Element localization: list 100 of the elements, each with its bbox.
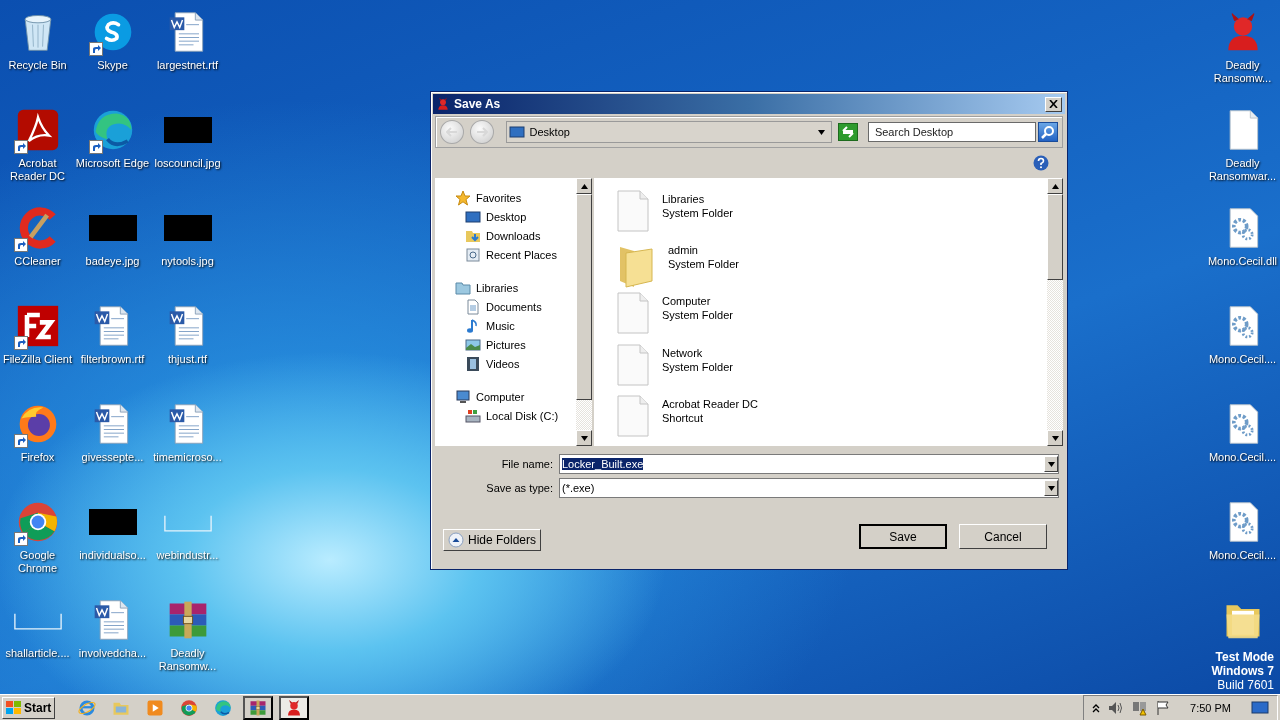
file-item[interactable]: Acrobat Reader DC Shortcut <box>594 394 1047 446</box>
desktop-icon-label[interactable]: FileZilla Client <box>2 353 73 366</box>
dialog-button[interactable]: Save <box>859 524 947 549</box>
media-player-icon <box>146 699 165 717</box>
close-button[interactable] <box>1045 96 1062 112</box>
library-folder-icon <box>455 279 471 296</box>
test-mode-text: Test Mode <box>1215 650 1274 664</box>
star-icon <box>455 189 471 206</box>
taskbar-button[interactable] <box>279 696 310 720</box>
scrollbar[interactable] <box>1047 178 1063 446</box>
file-name: admin <box>668 243 699 258</box>
tree-item[interactable]: Favorites <box>455 188 576 207</box>
chevron-up-icon[interactable] <box>1092 703 1101 713</box>
back-arrow-icon <box>445 127 458 137</box>
pdf-reader-icon <box>15 108 60 152</box>
desktop-icon <box>508 124 525 140</box>
refresh-icon <box>841 126 855 138</box>
chevron-up-icon <box>448 532 464 548</box>
desktop-icon-label[interactable]: Mono.Cecil.... <box>1208 451 1277 464</box>
filezilla-icon <box>15 304 60 348</box>
tree-item[interactable]: Computer <box>455 387 576 406</box>
tree-item[interactable]: Recent Places <box>455 245 576 264</box>
desktop-icon-label[interactable]: Skype <box>97 59 128 72</box>
close-icon <box>1049 100 1058 108</box>
search-field[interactable]: Search Desktop <box>867 122 1037 142</box>
tree-item[interactable]: Local Disk (C:) <box>455 406 576 425</box>
desktop-icon-label[interactable]: filterbrown.rtf <box>80 353 145 366</box>
test-mode-text: Build 7601 <box>1217 678 1274 692</box>
tree-item[interactable]: Libraries <box>455 278 576 297</box>
file-item[interactable]: Computer System Folder <box>594 292 1047 344</box>
show-desktop-icon[interactable] <box>1251 701 1269 715</box>
desktop-icon-label[interactable]: Microsoft Edge <box>75 157 150 170</box>
desktop-icon-label[interactable]: Acrobat Reader DC <box>0 157 75 183</box>
start-button[interactable]: Start <box>2 697 56 719</box>
hide-folders-button[interactable]: Hide Folders <box>443 529 542 551</box>
film-strip-icon <box>465 355 481 372</box>
windows-logo-icon <box>6 701 22 715</box>
window-title: Save As <box>454 97 502 111</box>
tree-item[interactable]: Music <box>455 316 576 335</box>
file-name: Network <box>662 345 704 360</box>
dropdown-caret-icon <box>818 129 826 135</box>
tree-item[interactable]: Videos <box>455 354 576 373</box>
desktop-icon-label[interactable]: Deadly Ransomw... <box>1205 59 1280 85</box>
tree-item[interactable]: Downloads <box>455 226 576 245</box>
taskbar-button[interactable] <box>243 696 274 720</box>
file-item[interactable]: admin System Folder <box>594 241 1047 293</box>
help-icon[interactable] <box>1033 155 1049 171</box>
desktop-icon-label[interactable]: Deadly Ransomwar... <box>1205 157 1280 183</box>
desktop-icon-label[interactable]: Recycle Bin <box>8 59 67 72</box>
save-type-dropdown[interactable]: (*.exe) <box>559 478 1059 498</box>
speaker-icon[interactable] <box>1108 701 1125 715</box>
desktop-icon-label[interactable]: badeye.jpg <box>85 255 140 268</box>
file-type: System Folder <box>662 359 733 374</box>
file-type: System Folder <box>662 308 733 323</box>
dark-image-icon <box>163 117 212 143</box>
search-button[interactable] <box>1038 122 1058 142</box>
network-warning-icon[interactable] <box>1132 700 1149 716</box>
file-name-field[interactable]: Locker_Built.exe <box>559 454 1059 474</box>
dialog-button[interactable]: Cancel <box>959 524 1047 549</box>
desktop-icon-label[interactable]: shallarticle.... <box>5 647 70 660</box>
internet-explorer-icon <box>78 699 97 717</box>
file-item[interactable]: Libraries System Folder <box>594 190 1047 242</box>
file-type: System Folder <box>662 206 733 220</box>
local-disk-icon <box>465 407 481 424</box>
desktop-icon-label[interactable]: CCleaner <box>14 255 61 268</box>
file-item[interactable]: Network System Folder <box>594 343 1047 395</box>
recent-places-icon <box>465 246 481 263</box>
documents-icon <box>465 298 481 315</box>
refresh-button[interactable] <box>838 123 858 141</box>
desktop-icon-label[interactable]: loscouncil.jpg <box>154 157 221 170</box>
flag-icon[interactable] <box>1156 700 1171 716</box>
blank-file-icon <box>616 190 650 232</box>
desktop-icon-label[interactable]: Firefox <box>20 451 55 464</box>
file-name: Computer <box>662 294 712 309</box>
desktop-icon-label[interactable]: largestnet.rtf <box>156 59 219 72</box>
desktop-icon-label[interactable]: thjust.rtf <box>167 353 208 366</box>
edge-browser-icon <box>214 699 233 717</box>
scroll-up-icon <box>1051 183 1059 189</box>
file-name: Acrobat Reader DC <box>662 396 758 411</box>
desktop-icon-label[interactable]: Mono.Cecil.dll <box>1207 255 1278 268</box>
desktop-icon-label[interactable]: nytools.jpg <box>161 255 214 268</box>
dropdown-caret-icon <box>1047 485 1055 491</box>
file-type: Shortcut <box>662 410 704 425</box>
clock[interactable]: 7:50 PM <box>1190 702 1231 714</box>
devil-figure-icon <box>436 97 450 111</box>
address-bar[interactable]: Desktop <box>505 121 833 143</box>
file-type: System Folder <box>668 257 739 272</box>
dark-image-icon <box>88 215 137 241</box>
tree-item[interactable]: Documents <box>455 297 576 316</box>
file-name: Libraries <box>662 192 706 206</box>
scroll-down-icon <box>580 435 588 441</box>
computer-icon <box>455 388 471 405</box>
tree-item[interactable]: Desktop <box>455 207 576 226</box>
desktop-icon-label[interactable]: Mono.Cecil.... <box>1208 353 1277 366</box>
desktop-icon <box>465 208 481 225</box>
tree-item[interactable]: Pictures <box>455 335 576 354</box>
desktop-icon-label[interactable]: Mono.Cecil.... <box>1208 549 1277 562</box>
forward-arrow-icon <box>475 127 488 137</box>
scrollbar[interactable] <box>576 178 592 446</box>
blank-file-icon <box>616 343 650 386</box>
